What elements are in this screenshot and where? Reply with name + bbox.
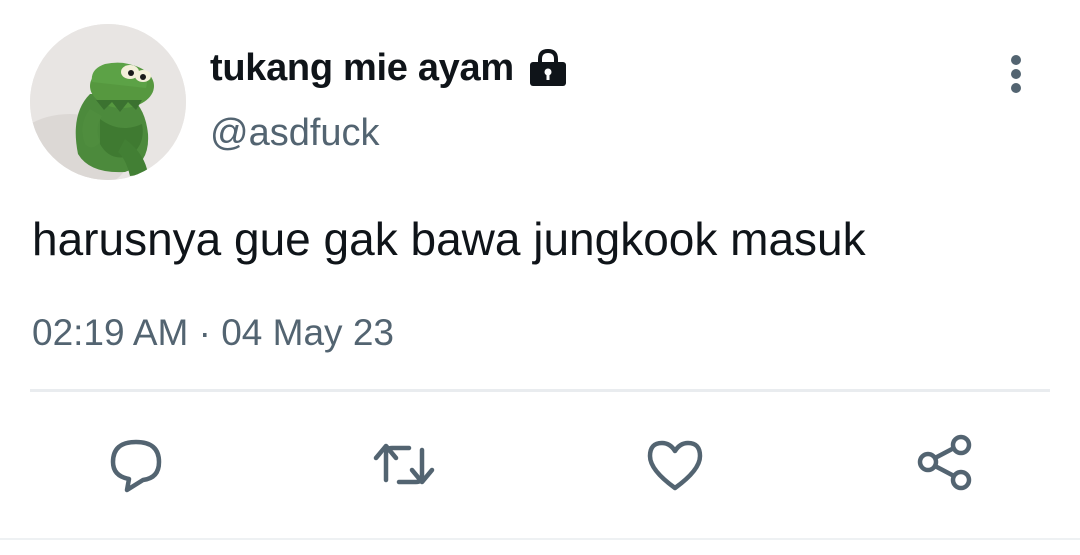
- divider: [30, 389, 1050, 392]
- tweet-text: harusnya gue gak bawa jungkook masuk: [32, 213, 866, 265]
- share-button[interactable]: [909, 430, 979, 500]
- lock-icon: [526, 46, 570, 90]
- tweet-timestamp[interactable]: 02:19 AM · 04 May 23: [32, 308, 394, 358]
- reply-icon: [110, 439, 162, 493]
- tweet-actions-bar: [0, 430, 1080, 500]
- share-icon: [917, 434, 972, 491]
- more-options-button[interactable]: [996, 52, 1036, 96]
- retweet-button[interactable]: [369, 430, 439, 500]
- display-name-text[interactable]: tukang mie ayam: [210, 42, 514, 94]
- avatar[interactable]: [30, 24, 186, 180]
- retweet-icon: [373, 443, 435, 485]
- more-vertical-icon: [1011, 55, 1021, 93]
- display-name[interactable]: tukang mie ayam: [210, 42, 570, 94]
- reply-button[interactable]: [101, 430, 171, 500]
- heart-icon: [647, 440, 703, 491]
- user-handle[interactable]: @asdfuck: [210, 108, 380, 158]
- kermit-avatar-icon: [30, 24, 186, 180]
- bottom-divider: [0, 538, 1080, 540]
- like-button[interactable]: [640, 430, 710, 500]
